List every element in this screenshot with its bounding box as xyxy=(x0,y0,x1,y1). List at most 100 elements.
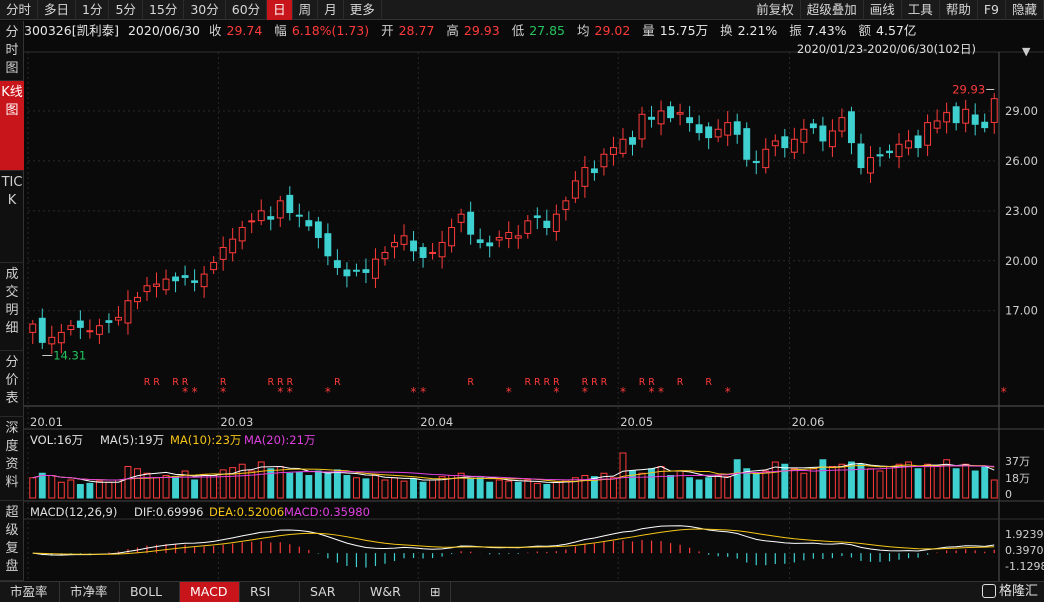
volume-bar xyxy=(210,475,218,499)
volume-bar xyxy=(286,472,294,499)
volume-bar xyxy=(895,463,903,499)
candle-body xyxy=(86,330,94,333)
change-value: 6.18%(1.73) xyxy=(291,23,370,38)
candle-body xyxy=(686,117,694,124)
period-tab-4[interactable]: 15分 xyxy=(143,0,185,20)
left-tab-5[interactable]: 深度资料 xyxy=(0,417,24,501)
signal-r-marker: R xyxy=(267,377,274,388)
candle-body xyxy=(581,167,589,187)
left-tab-3[interactable]: 成交明细 xyxy=(0,263,24,351)
left-tab-4[interactable]: 分价表 xyxy=(0,351,24,417)
volume-bar xyxy=(391,477,398,499)
indicator-tab-3[interactable]: MACD xyxy=(180,582,240,602)
tool-button-2[interactable]: 画线 xyxy=(864,0,902,20)
candle-body xyxy=(952,106,960,124)
volume-bar xyxy=(48,475,56,499)
date-range-label: 2020/01/23-2020/06/30(102日) xyxy=(797,42,976,56)
vol-ma10-label: MA(10):23万 xyxy=(170,433,241,447)
indicator-tab-1[interactable]: 市净率 xyxy=(60,582,120,602)
volume-bar xyxy=(333,469,341,499)
period-tab-2[interactable]: 1分 xyxy=(76,0,110,20)
price-tick-label: 29.00 xyxy=(1005,104,1038,118)
vol-tick-label: 0 xyxy=(1005,488,1012,501)
candle-body xyxy=(886,150,893,154)
signal-star-marker: * xyxy=(420,385,426,399)
volume-bar xyxy=(95,480,103,499)
volume-bar xyxy=(467,478,475,499)
tool-button-1[interactable]: 超级叠加 xyxy=(801,0,864,20)
signal-star-marker: * xyxy=(1001,385,1007,399)
volume-bar xyxy=(191,479,199,499)
volume-bar xyxy=(343,475,351,499)
amount-value: 4.57亿 xyxy=(876,23,917,38)
period-tab-6[interactable]: 60分 xyxy=(226,0,268,20)
low-value: 27.85 xyxy=(529,23,565,38)
period-tab-3[interactable]: 5分 xyxy=(109,0,143,20)
volume-bar xyxy=(876,470,884,499)
max-price-annotation: 29.93 xyxy=(952,82,985,96)
indicator-tab-2[interactable]: BOLL xyxy=(120,582,180,602)
candle-body xyxy=(638,113,646,140)
candle-body xyxy=(95,325,103,335)
date-tick-label: 20.04 xyxy=(420,415,453,429)
period-tab-0[interactable]: 分时 xyxy=(0,0,39,20)
signal-r-marker: R xyxy=(172,377,179,388)
left-tab-6[interactable]: 超级复盘 xyxy=(0,501,24,581)
candle-body xyxy=(629,137,636,145)
range-dropdown-icon[interactable]: ▼ xyxy=(1022,45,1032,59)
period-tab-1[interactable]: 多日 xyxy=(38,0,77,20)
candle-body xyxy=(876,154,884,157)
volume-bar xyxy=(486,481,494,499)
avg-value: 29.02 xyxy=(594,23,631,38)
signal-star-marker: * xyxy=(620,385,626,399)
volume-bar xyxy=(962,463,970,499)
volume-bar xyxy=(543,484,551,499)
left-tab-1[interactable]: K线图 xyxy=(0,81,24,171)
left-tab-2[interactable]: TICK xyxy=(0,171,24,263)
candle-body xyxy=(381,251,389,260)
period-tab-7[interactable]: 日 xyxy=(267,0,293,20)
candle-body xyxy=(790,138,798,153)
candle-body xyxy=(352,269,360,272)
volume-bar xyxy=(153,477,160,499)
period-tab-5[interactable]: 30分 xyxy=(184,0,226,20)
signal-r-marker: R xyxy=(544,377,551,388)
tool-button-0[interactable]: 前复权 xyxy=(750,0,801,20)
k-line-chart[interactable]: R R R R R R R R R R R R R R R R R R R R R* * * * * * * * * * * * * * * * 29… xyxy=(24,41,1044,581)
signal-star-marker: * xyxy=(411,385,417,399)
volume-bar xyxy=(828,466,836,499)
period-tab-10[interactable]: 更多 xyxy=(344,0,382,20)
indicator-tab-5[interactable]: SAR xyxy=(300,582,360,602)
left-tab-0[interactable]: 分时图 xyxy=(0,21,24,81)
indicator-tab-0[interactable]: 市盈率 xyxy=(0,582,60,602)
signal-r-marker: R xyxy=(144,377,151,388)
tool-button-6[interactable]: 隐藏 xyxy=(1006,0,1044,20)
candle-body xyxy=(391,241,398,248)
candle-body xyxy=(219,246,227,260)
candle-body xyxy=(857,143,865,169)
volume-bar xyxy=(324,472,332,499)
tool-button-4[interactable]: 帮助 xyxy=(940,0,978,20)
tool-button-3[interactable]: 工具 xyxy=(902,0,940,20)
candle-body xyxy=(762,148,770,169)
candle-body xyxy=(124,300,132,324)
candle-body xyxy=(210,261,218,271)
candle-body xyxy=(410,240,417,252)
volume-bar xyxy=(86,482,94,499)
candle-body xyxy=(314,221,322,238)
period-tab-8[interactable]: 周 xyxy=(293,0,319,20)
indicator-tab-7[interactable]: ⊞ xyxy=(420,582,452,602)
macd-tick-label: 0.39704 xyxy=(1005,544,1044,557)
volume-bar xyxy=(495,479,503,499)
volume-bar xyxy=(809,468,817,499)
volume-bar xyxy=(134,468,141,499)
indicator-tab-4[interactable]: RSI xyxy=(240,582,300,602)
macd-panel xyxy=(32,525,995,568)
candle-body xyxy=(562,200,570,210)
period-tab-9[interactable]: 月 xyxy=(318,0,344,20)
volume-bar xyxy=(781,463,789,499)
indicator-tab-6[interactable]: W&R xyxy=(360,582,420,602)
candle-body xyxy=(419,247,427,258)
tool-button-5[interactable]: F9 xyxy=(978,0,1006,20)
